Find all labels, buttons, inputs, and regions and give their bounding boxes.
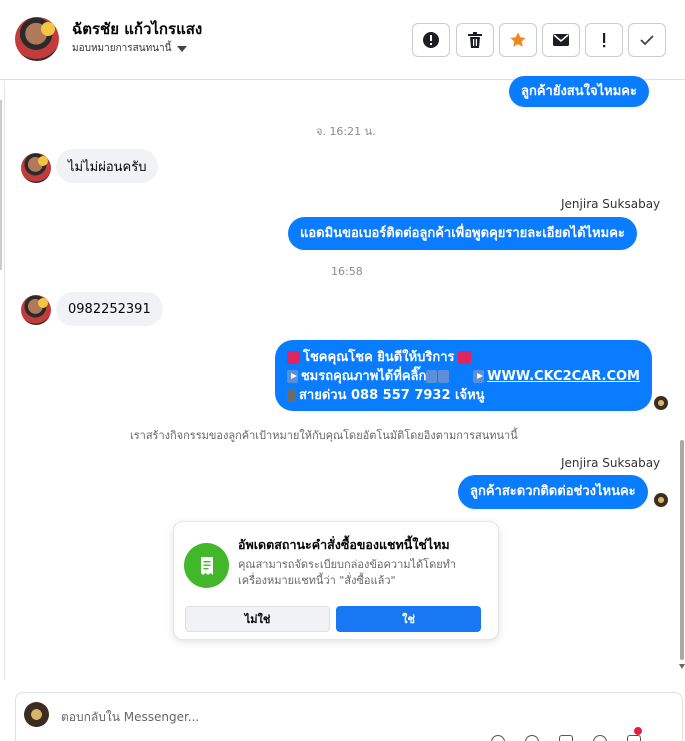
message-line: สายด่วน 088 557 7932 เจ้หนู [299,388,485,403]
contact-avatar-small [21,295,51,325]
emoji-icon[interactable] [593,735,607,741]
star-button[interactable] [499,23,537,57]
message-incoming[interactable]: 0982252391 [56,292,163,326]
message-incoming[interactable]: ไม่ไม่ผ่อนครับ [56,149,159,183]
website-link[interactable]: WWW.CKC2CAR.COM [487,367,640,386]
sender-name: Jenjira Suksabay [561,197,661,211]
notification-dot-icon [634,727,642,735]
caret-down-icon [177,45,188,52]
heart-emoji-icon [457,351,471,364]
exclamation-icon [603,33,606,48]
emoji-badge-icon [38,156,48,166]
card-title: อัพเดตสถานะคำสั่งซื้อของแชทนี้ใช่ไหม [238,537,450,552]
message-outgoing[interactable]: ลูกค้าสะดวกติดต่อช่วงไหนคะ [458,475,648,509]
delete-button[interactable] [456,23,494,57]
trash-icon [468,32,482,48]
message-outgoing[interactable]: แอดมินขอเบอร์ติดต่อลูกค้าเพื่อพูดคุยรายล… [288,217,637,250]
envelope-icon [553,34,569,46]
play-emoji-icon [287,370,298,383]
composer-toolbar [491,735,641,741]
sender-name: Jenjira Suksabay [561,456,661,470]
assign-label: มอบหมายการสนทนานี้ [72,43,172,54]
panel-divider [4,81,5,680]
read-receipt-avatar [654,396,668,410]
question-icon[interactable] [525,735,539,741]
star-icon [510,32,526,47]
contact-name[interactable]: ฉัตรชัย แก้วไกรแสง [72,17,202,41]
reply-composer[interactable]: ตอบกลับใน Messenger... [15,692,683,741]
order-status-prompt-card: อัพเดตสถานะคำสั่งซื้อของแชทนี้ใช่ไหม คุณ… [173,521,499,640]
spam-button[interactable] [412,23,450,57]
message-outgoing-multiline[interactable]: โชคคุณโชค ยินดีให้บริการ ชมรถคุณภาพได้ที… [275,340,652,411]
saved-reply-icon[interactable] [559,735,573,741]
scroll-down-arrow-icon[interactable] [679,664,685,669]
down-arrow-emoji-icon [438,370,450,383]
timestamp: 16:58 [331,265,363,278]
no-button[interactable]: ไม่ใช่ [185,606,330,632]
phone-emoji-icon [287,389,296,402]
card-description: คุณสามารถจัดระเบียบกล่องข้อความได้โดยทำเ… [238,558,457,587]
message-outgoing[interactable]: ลูกค้ายังสนใจไหมคะ [509,76,649,107]
check-icon [640,35,654,46]
heart-emoji-icon [287,351,300,364]
contact-avatar[interactable] [15,17,59,61]
message-line: โชคคุณโชค ยินดีให้บริการ [303,350,455,365]
follow-up-button[interactable] [585,23,623,57]
assign-conversation-dropdown[interactable]: มอบหมายการสนทนานี้ [72,41,188,56]
read-receipt-avatar [654,493,668,507]
left-panel-edge [0,100,2,270]
timestamp: จ. 16:21 น. [316,125,376,138]
thumbs-up-icon[interactable] [491,735,505,741]
play-emoji-icon [473,370,485,383]
system-note: เราสร้างกิจกรรมของลูกค้าเป้าหมายให้กับคุ… [130,429,518,442]
conversation-header: ฉัตรชัย แก้วไกรแสง มอบหมายการสนทนานี้ [0,0,685,80]
scrollbar[interactable] [680,440,684,660]
yes-button[interactable]: ใช่ [336,606,481,632]
page-avatar [24,702,49,727]
mark-done-button[interactable] [628,23,666,57]
emoji-badge-icon [38,298,48,308]
receipt-icon [184,543,229,588]
message-line: ชมรถคุณภาพได้ที่คลิ๊ก [300,369,427,384]
attach-icon[interactable] [627,735,641,741]
emoji-badge-icon [41,22,55,36]
mark-unread-button[interactable] [542,23,580,57]
down-arrow-emoji-icon [426,370,438,383]
alert-circle-icon [423,32,439,48]
reply-input-placeholder[interactable]: ตอบกลับใน Messenger... [61,708,199,727]
contact-avatar-small [21,153,51,183]
